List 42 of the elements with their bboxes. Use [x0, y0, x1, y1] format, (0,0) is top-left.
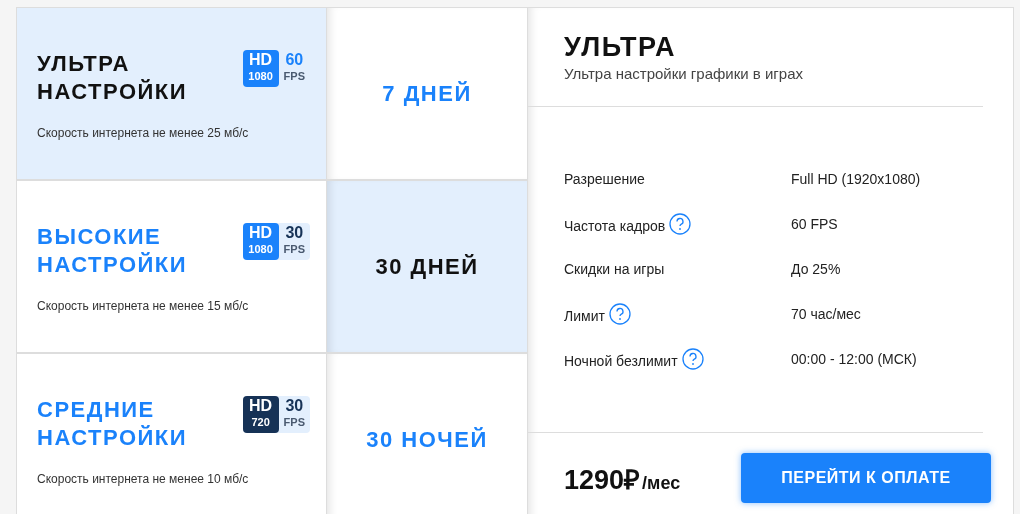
speed-text: Скорость интернета не менее 10 мб/с — [37, 472, 250, 486]
spec-value: 70 час/мес — [791, 306, 861, 322]
help-icon[interactable] — [681, 348, 704, 370]
speed-text: Скорость интернета не менее 15 мб/с — [37, 299, 250, 313]
plan-title: УЛЬТРА НАСТРОЙКИ — [37, 50, 189, 106]
hd-label: HD — [249, 396, 273, 416]
plan-title: СРЕДНИЕ НАСТРОЙКИ — [37, 396, 189, 452]
plan-title: ВЫСОКИЕ НАСТРОЙКИ — [37, 223, 189, 279]
price-unit: /мес — [642, 472, 681, 494]
speed-text: Скорость интернета не менее 25 мб/с — [37, 126, 250, 140]
spec-value: Full HD (1920x1080) — [791, 171, 921, 187]
spec-value: 00:00 - 12:00 (МСК) — [791, 351, 917, 367]
spec-label: Скидки на игры — [564, 261, 665, 277]
fps-label: FPS — [283, 416, 305, 429]
plan-description: Ультра настройки графики в играх — [564, 65, 804, 82]
resolution-label: 1080 — [248, 243, 273, 256]
hd-label: HD — [249, 223, 273, 243]
period-option[interactable]: 30 ДНЕЙ — [327, 181, 527, 354]
spec-label: Лимит — [564, 307, 605, 324]
spec-value: 60 FPS — [791, 216, 838, 232]
resolution-label: 720 — [251, 416, 270, 429]
plan-card[interactable]: ВЫСОКИЕ НАСТРОЙКИ HD 1080 30 FPS Скорость интернета не менее 15 мб/с — [17, 181, 327, 354]
resolution-label: 1080 — [248, 70, 273, 83]
spec-label: Разрешение — [564, 171, 645, 187]
fps-value: 60 — [285, 50, 304, 70]
spec-value: До 25% — [791, 261, 841, 277]
checkout-button[interactable]: ПЕРЕЙТИ К ОПЛАТЕ — [741, 453, 991, 503]
plan-name: УЛЬТРА — [564, 32, 678, 63]
help-icon[interactable] — [669, 213, 692, 235]
fps-label: FPS — [283, 243, 305, 256]
spec-label: Ночной безлимит — [564, 352, 678, 369]
fps-value: 30 — [285, 396, 304, 416]
period-option[interactable]: 30 НОЧЕЙ — [327, 354, 527, 514]
plan-card[interactable]: СРЕДНИЕ НАСТРОЙКИ HD 720 30 FPS Скорость интернета не менее 10 мб/с — [17, 354, 327, 514]
plan-card[interactable]: УЛЬТРА НАСТРОЙКИ HD 1080 60 FPS Скорость интернета не менее 25 мб/с — [17, 8, 327, 181]
period-option[interactable]: 7 ДНЕЙ — [327, 8, 527, 181]
help-icon[interactable] — [608, 303, 631, 325]
hd-label: HD — [249, 50, 273, 70]
fps-value: 30 — [285, 223, 304, 243]
spec-label: Частота кадров — [564, 217, 666, 234]
price: 1290₽ — [564, 463, 641, 497]
fps-label: FPS — [283, 70, 305, 83]
